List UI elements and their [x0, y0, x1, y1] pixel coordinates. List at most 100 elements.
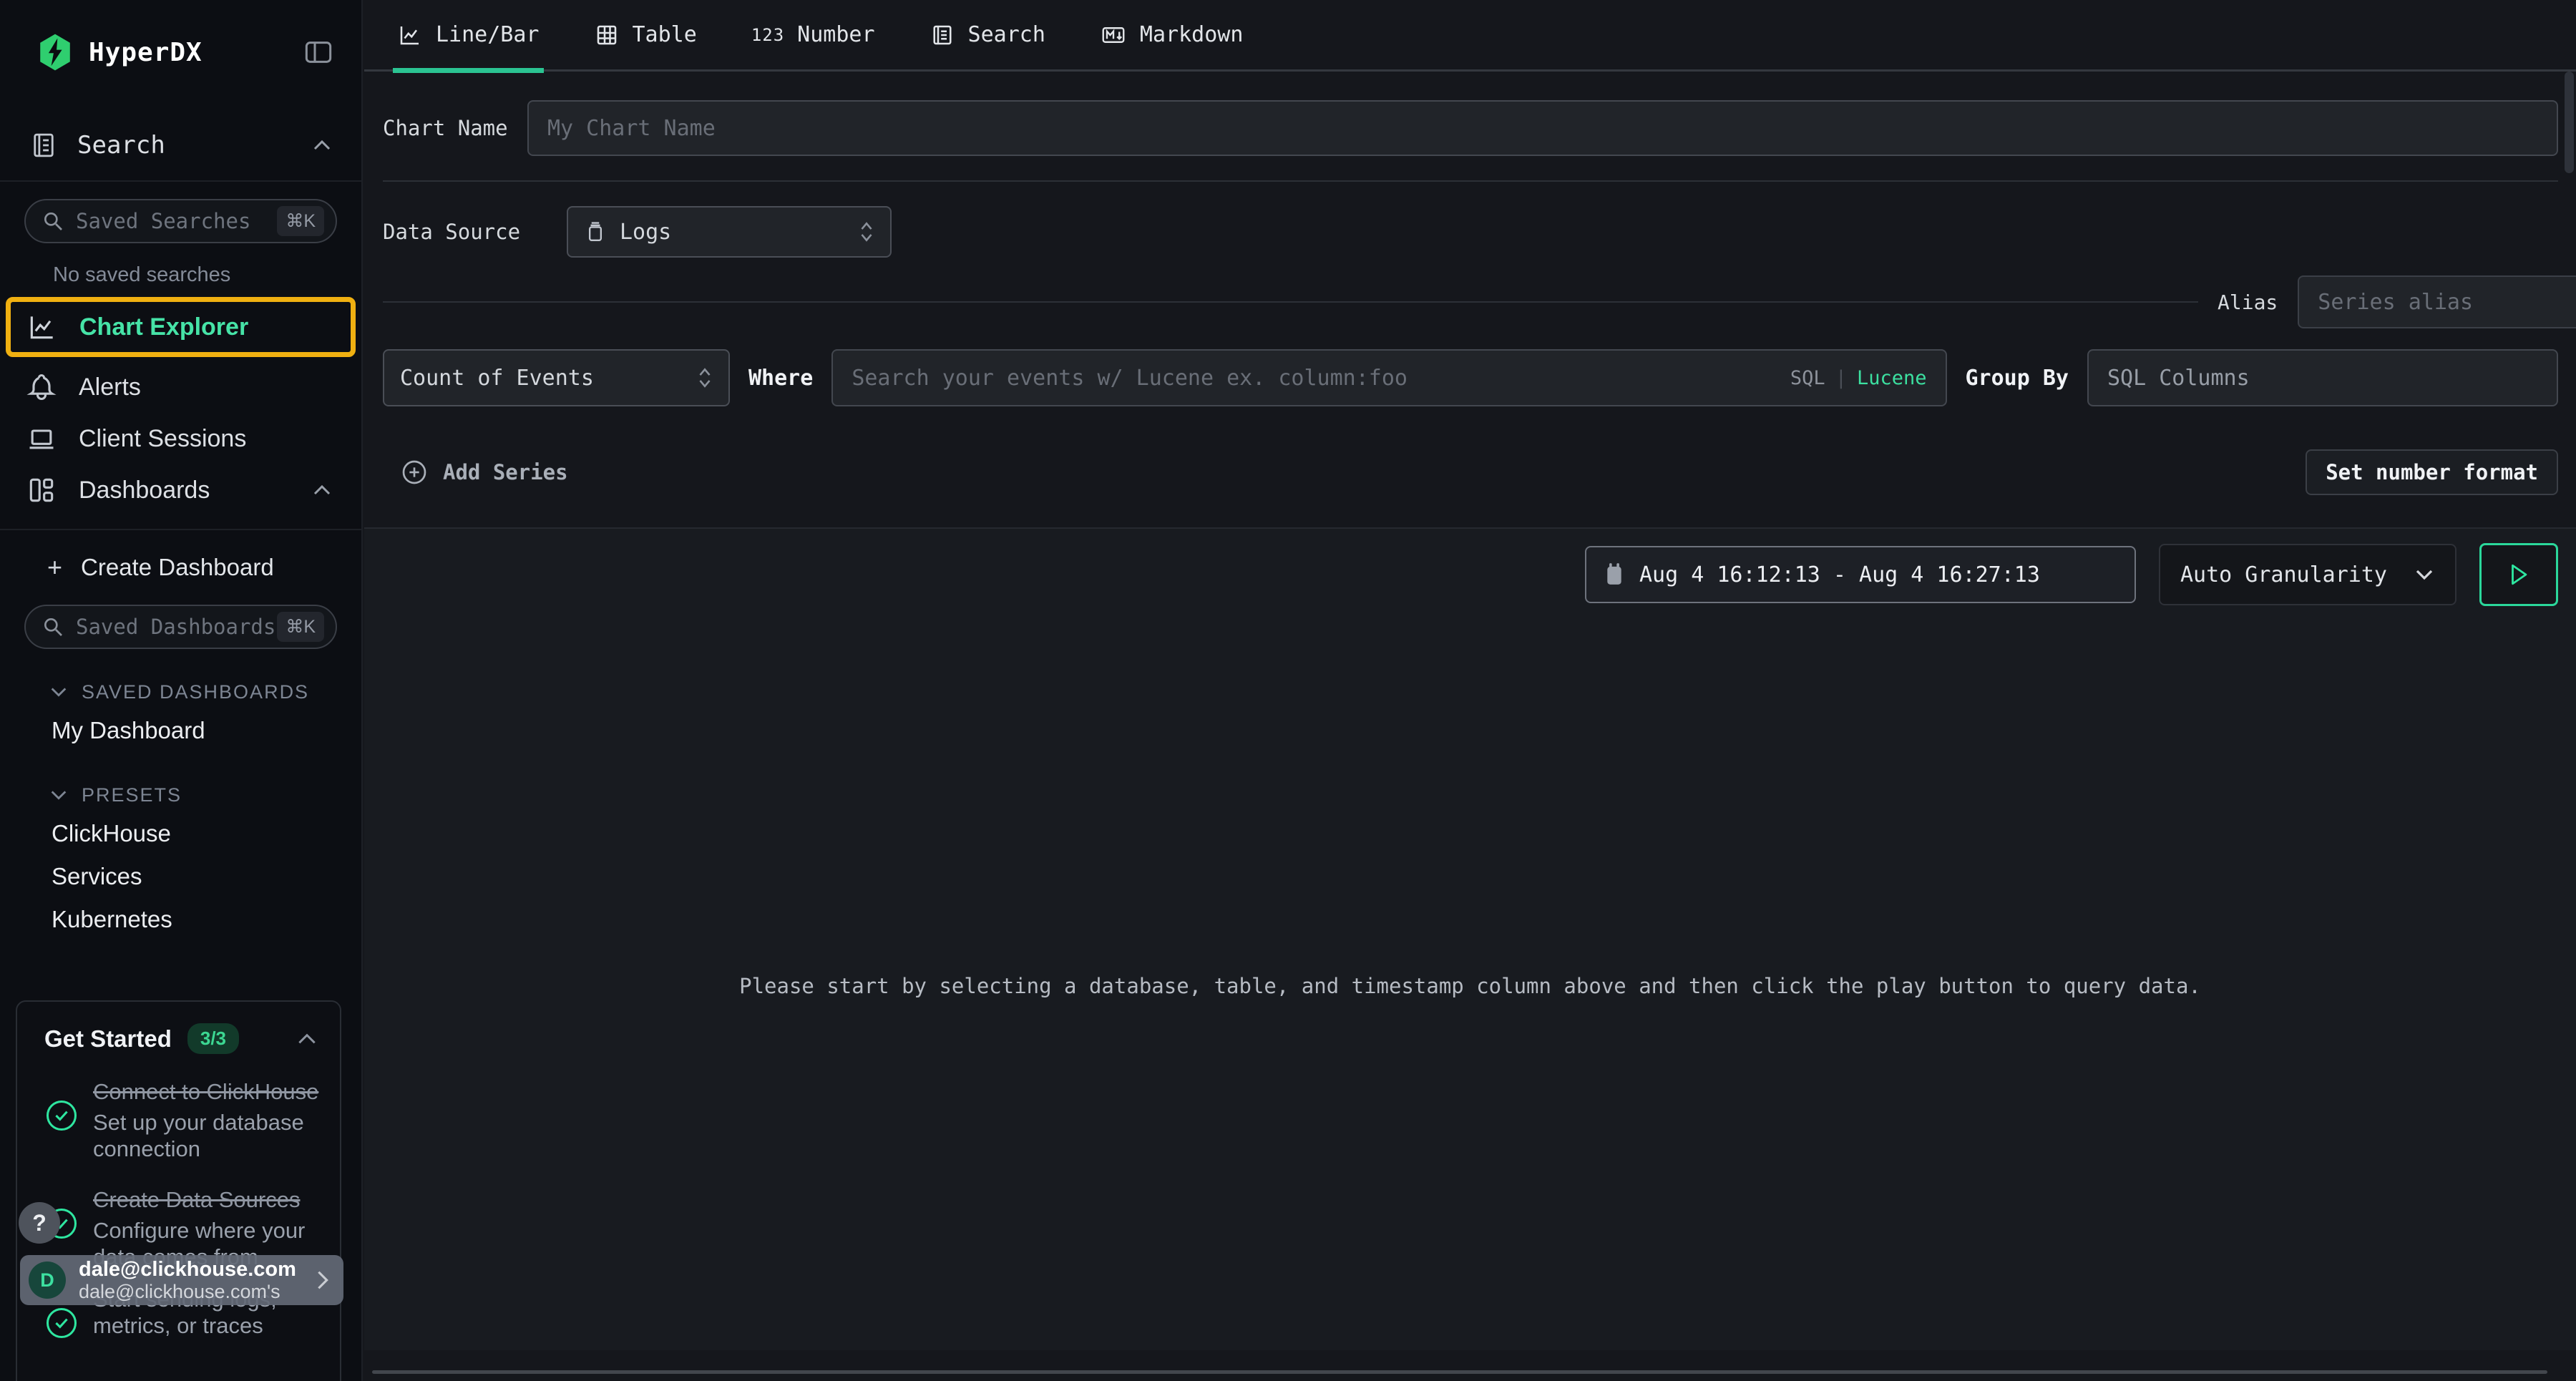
set-number-format-button[interactable]: Set number format — [2306, 449, 2558, 495]
where-input[interactable] — [831, 349, 1946, 406]
logo-row: HyperDX — [0, 0, 361, 72]
table-grid-icon — [594, 22, 620, 48]
where-label: Where — [748, 366, 813, 391]
sidebar-item-alerts[interactable]: Alerts — [0, 361, 361, 413]
bell-icon — [26, 371, 57, 403]
sql-mode-option[interactable]: SQL — [1790, 367, 1825, 389]
where-search-box: SQL | Lucene — [831, 349, 1946, 406]
dashboard-item-my-dashboard[interactable]: My Dashboard — [0, 709, 361, 752]
tab-label: Line/Bar — [436, 22, 540, 47]
tab-label: Table — [633, 22, 697, 47]
bottom-divider — [372, 1370, 2547, 1374]
get-started-title: Get Started — [44, 1025, 172, 1053]
select-chevrons-icon — [678, 366, 714, 390]
sidebar-collapse-icon[interactable] — [304, 40, 333, 64]
granularity-select[interactable]: Auto Granularity — [2159, 544, 2457, 605]
chevron-up-icon — [311, 138, 333, 152]
data-source-value: Logs — [620, 220, 671, 245]
alias-label: Alias — [2218, 291, 2278, 314]
database-icon — [584, 220, 607, 244]
section-presets[interactable]: PRESETS — [0, 778, 361, 812]
data-source-select[interactable]: Logs — [567, 206, 892, 258]
tab-number[interactable]: 123 Number — [751, 0, 875, 71]
chart-name-input[interactable] — [527, 100, 2558, 156]
mode-separator: | — [1835, 367, 1847, 389]
date-range-picker[interactable]: Aug 4 16:12:13 - Aug 4 16:27:13 — [1585, 546, 2136, 603]
sidebar: HyperDX Search Saved Searches ⌘K No save… — [0, 0, 363, 1381]
create-dashboard-button[interactable]: + Create Dashboard — [0, 547, 361, 587]
chevron-right-icon — [315, 1268, 331, 1292]
sidebar-item-dashboards[interactable]: Dashboards — [0, 464, 361, 516]
preset-item-clickhouse[interactable]: ClickHouse — [0, 812, 361, 855]
preset-item-kubernetes[interactable]: Kubernetes — [0, 898, 361, 941]
task-connect-clickhouse[interactable]: Connect to ClickHouse Set up your databa… — [43, 1078, 323, 1162]
circle-check-icon — [43, 1078, 93, 1162]
chevron-up-icon — [311, 483, 333, 497]
chart-line-icon — [26, 311, 58, 343]
series-alias-input[interactable] — [2298, 275, 2576, 328]
section-heading: PRESETS — [82, 784, 182, 806]
divider — [383, 301, 2198, 303]
tab-line-bar[interactable]: Line/Bar — [397, 0, 540, 71]
date-range-value: Aug 4 16:12:13 - Aug 4 16:27:13 — [1639, 562, 2040, 587]
saved-dashboards-input[interactable]: Saved Dashboards ⌘K — [24, 605, 337, 649]
select-chevrons-icon — [840, 220, 876, 244]
shortcut-badge: ⌘K — [277, 612, 324, 642]
task-title: Create Data Sources — [93, 1186, 322, 1213]
user-team: dale@clickhouse.com's — [79, 1281, 315, 1302]
saved-dashboards-placeholder: Saved Dashboards — [76, 615, 277, 639]
sidebar-item-label: Alerts — [79, 374, 141, 401]
help-button[interactable]: ? — [19, 1202, 60, 1244]
add-series-label: Add Series — [443, 460, 568, 484]
task-subtitle-line2: metrics, or traces — [93, 1312, 322, 1339]
task-subtitle: Set up your database connection — [93, 1109, 322, 1162]
view-tabbar: Line/Bar Table 123 Number Search Markdow… — [364, 0, 2576, 72]
laptop-icon — [26, 423, 57, 454]
section-heading: SAVED DASHBOARDS — [82, 681, 309, 703]
sidebar-item-client-sessions[interactable]: Client Sessions — [0, 413, 361, 464]
task-title: Connect to ClickHouse — [93, 1078, 322, 1105]
calendar-icon — [1604, 562, 1625, 587]
tab-search[interactable]: Search — [930, 0, 1045, 71]
journal-icon — [930, 22, 955, 48]
sidebar-section-search[interactable]: Search — [0, 123, 361, 167]
sidebar-item-label: Dashboards — [79, 477, 210, 504]
aggregation-select[interactable]: Count of Events — [383, 349, 730, 406]
hyperdx-logo-icon — [37, 33, 73, 72]
saved-searches-input[interactable]: Saved Searches ⌘K — [24, 199, 337, 243]
chevron-down-icon — [49, 789, 69, 801]
sidebar-item-label: Chart Explorer — [79, 313, 248, 341]
group-by-input[interactable] — [2087, 349, 2558, 406]
get-started-panel: Get Started 3/3 Connect to ClickHouse Se… — [16, 1000, 341, 1381]
lucene-mode-option[interactable]: Lucene — [1857, 367, 1927, 389]
add-series-button[interactable]: Add Series — [400, 458, 568, 487]
divider — [0, 529, 361, 530]
journal-icon — [29, 130, 59, 160]
tab-label: Number — [797, 22, 874, 47]
chart-name-label: Chart Name — [383, 116, 527, 140]
user-account-chip[interactable]: D dale@clickhouse.com dale@clickhouse.co… — [20, 1255, 343, 1305]
sidebar-item-chart-explorer[interactable]: Chart Explorer — [6, 297, 356, 357]
divider — [0, 180, 361, 182]
avatar: D — [29, 1262, 66, 1299]
search-icon — [42, 615, 64, 638]
section-saved-dashboards[interactable]: SAVED DASHBOARDS — [0, 675, 361, 709]
chevron-up-icon[interactable] — [296, 1031, 318, 1047]
markdown-icon — [1100, 22, 1127, 48]
get-started-progress-badge: 3/3 — [187, 1023, 239, 1054]
user-email: dale@clickhouse.com — [79, 1258, 315, 1281]
preset-item-services[interactable]: Services — [0, 855, 361, 898]
tab-markdown[interactable]: Markdown — [1100, 0, 1244, 71]
query-language-toggle[interactable]: SQL | Lucene — [1790, 349, 1927, 406]
run-query-play-button[interactable] — [2479, 543, 2558, 606]
shortcut-badge: ⌘K — [277, 206, 324, 236]
scrollbar-thumb[interactable] — [2565, 72, 2574, 173]
data-source-label: Data Source — [383, 220, 567, 244]
tab-label: Search — [968, 22, 1045, 47]
chart-panel: Aug 4 16:12:13 - Aug 4 16:27:13 Auto Gra… — [364, 527, 2576, 1350]
plus-icon: + — [47, 552, 62, 582]
main-content: Line/Bar Table 123 Number Search Markdow… — [364, 0, 2576, 1381]
layout-grid-icon — [26, 474, 57, 506]
tab-table[interactable]: Table — [594, 0, 697, 71]
granularity-value: Auto Granularity — [2180, 562, 2414, 587]
